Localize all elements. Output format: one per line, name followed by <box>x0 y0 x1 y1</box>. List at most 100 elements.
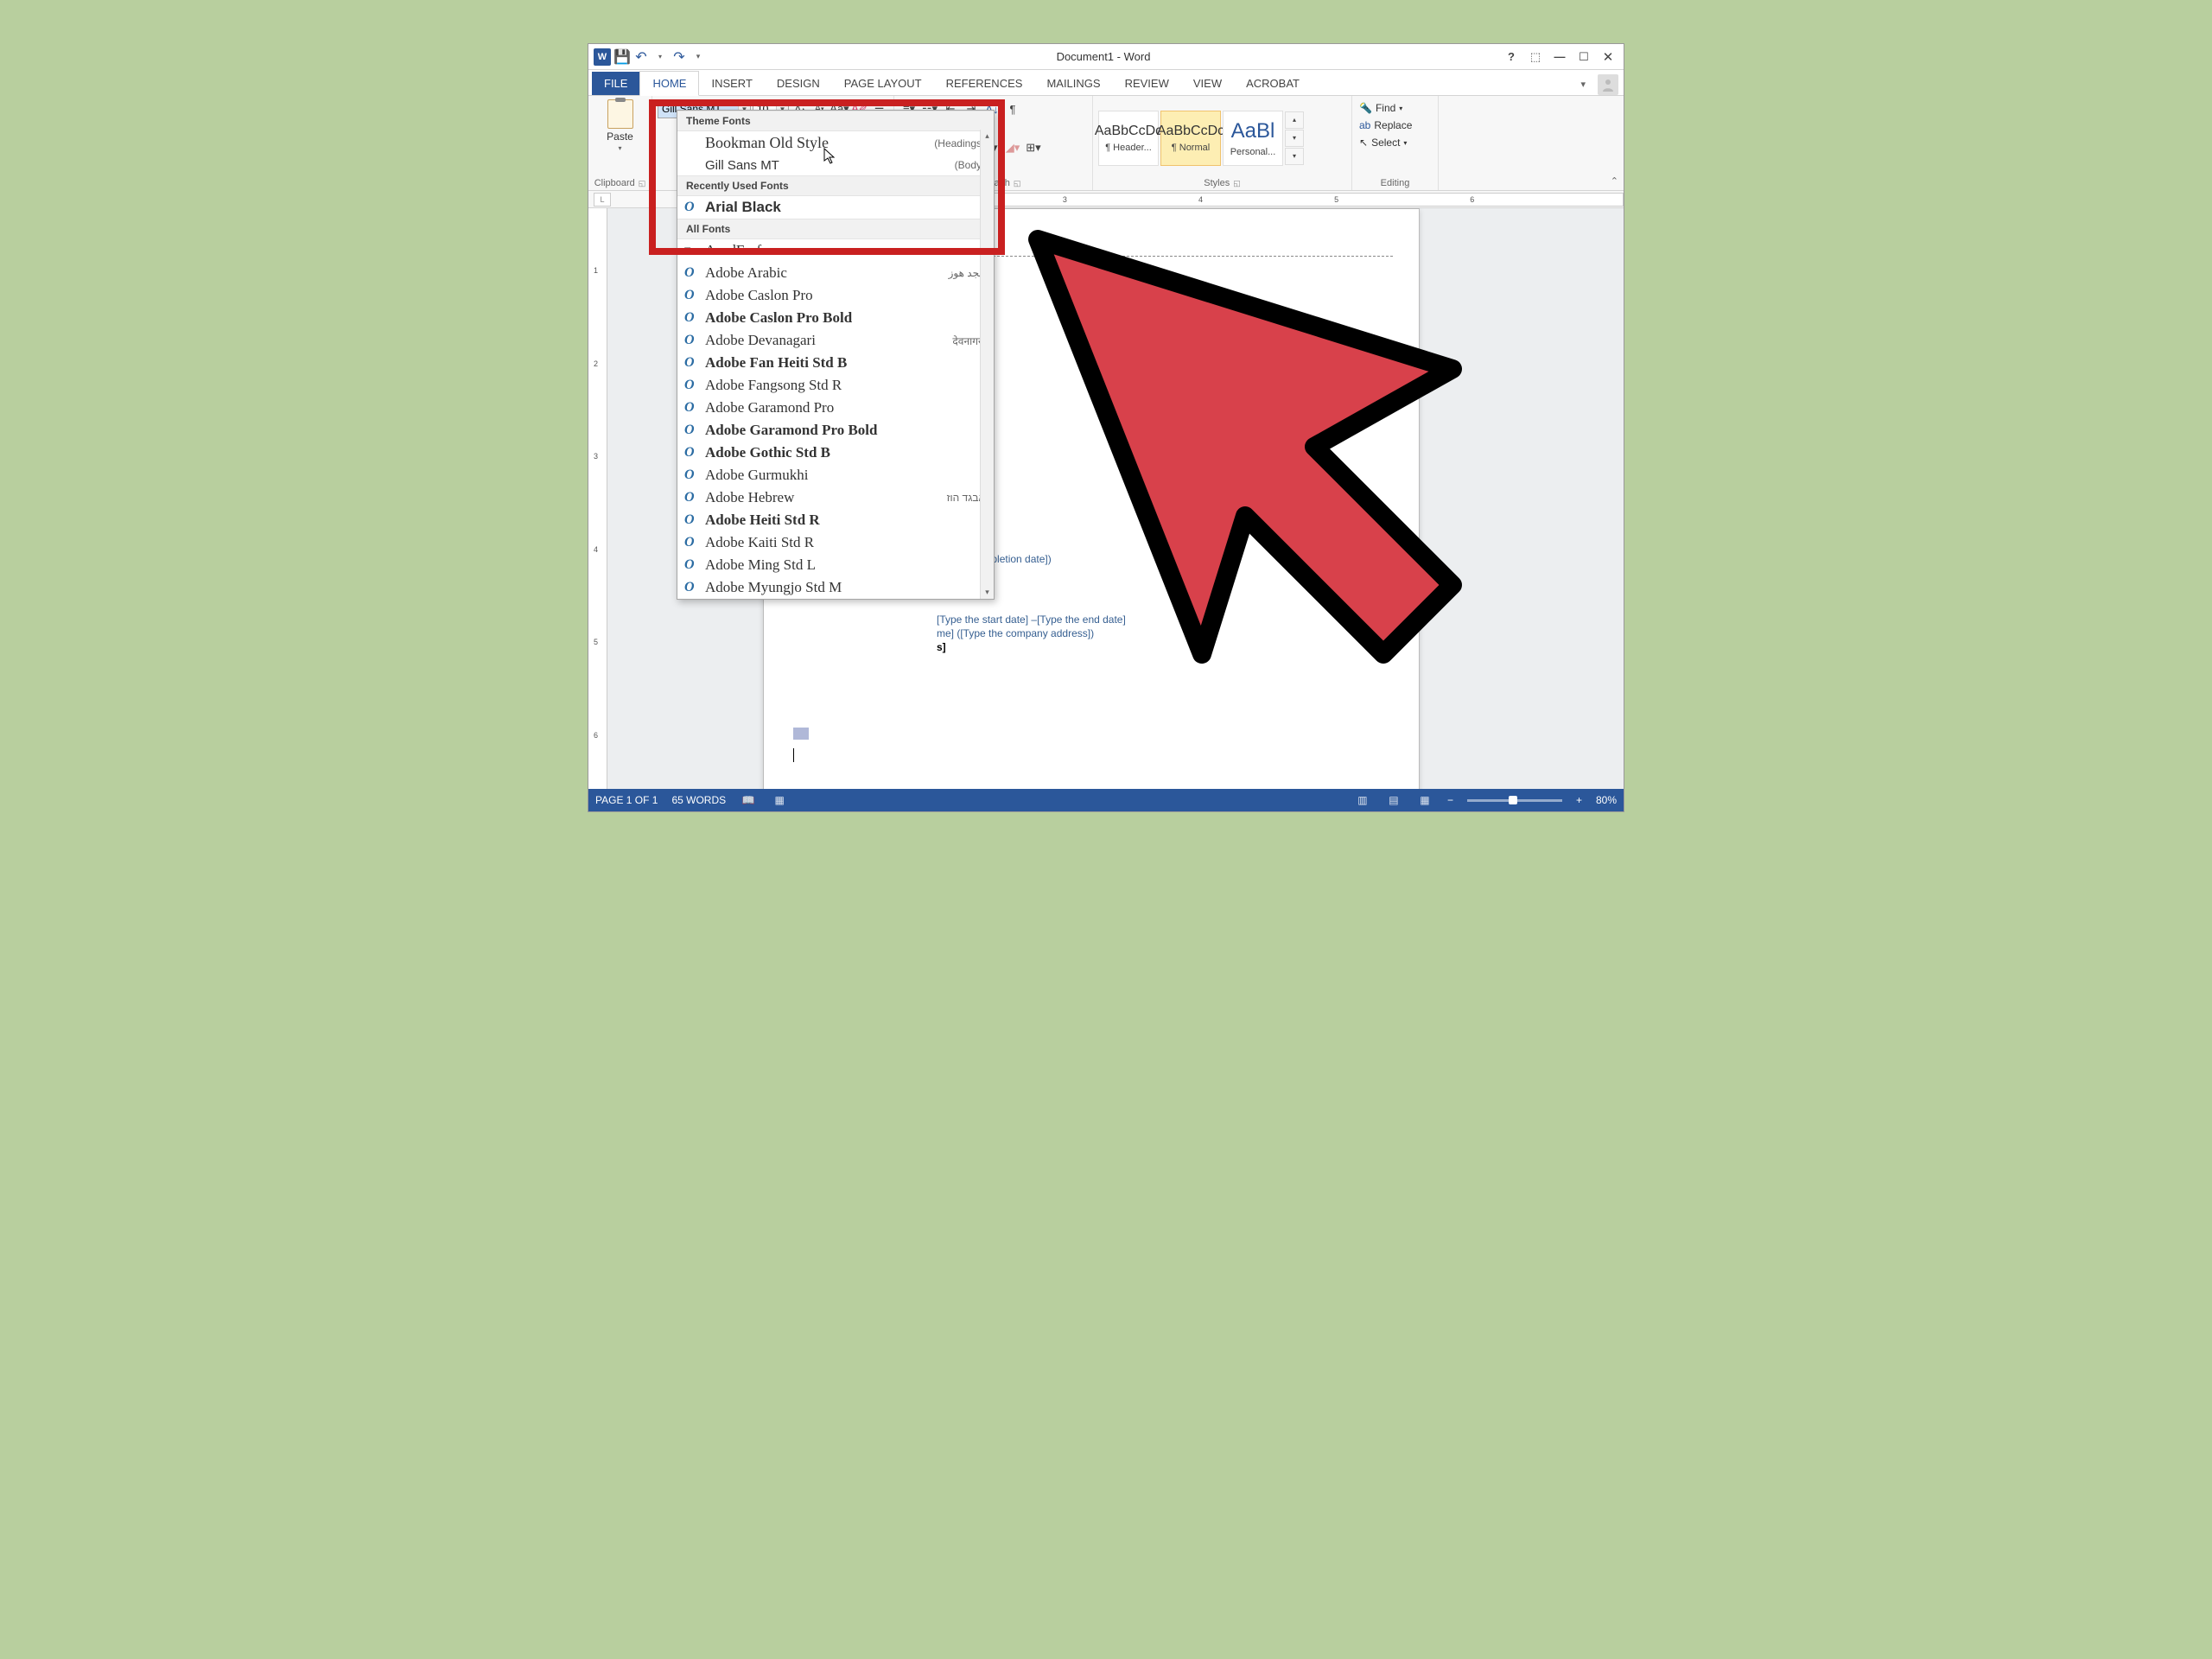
find-button[interactable]: 🔦Find▾ <box>1357 99 1433 117</box>
opentype-icon: O <box>684 400 698 416</box>
font-name: Adobe Garamond Pro Bold <box>705 422 985 439</box>
zoom-slider[interactable] <box>1467 799 1562 802</box>
select-button[interactable]: ↖Select▾ <box>1357 134 1433 151</box>
tab-home[interactable]: HOME <box>639 71 699 96</box>
font-option[interactable]: TᴛAcadEref <box>677 239 994 262</box>
borders-icon[interactable]: ⊞▾ <box>1024 138 1043 157</box>
opentype-icon: O <box>684 423 698 438</box>
collapse-ribbon-icon[interactable]: ▾ <box>1573 73 1592 95</box>
paste-button[interactable]: Paste ▾ <box>594 99 646 152</box>
window-title: Document1 - Word <box>706 50 1501 63</box>
tab-insert[interactable]: INSERT <box>699 72 764 95</box>
tab-page-layout[interactable]: PAGE LAYOUT <box>832 72 934 95</box>
dialog-launcher-icon[interactable]: ◱ <box>1233 179 1241 188</box>
font-option[interactable]: OAdobe Gurmukhi <box>677 464 994 486</box>
clipboard-group: Paste ▾ Clipboard◱ <box>588 96 652 190</box>
font-option[interactable]: OAdobe Myungjo Std M <box>677 576 994 599</box>
font-option[interactable]: OAdobe Hebrewאבגד הוז <box>677 486 994 509</box>
font-option[interactable]: O Adobe Garamond Pro Bold <box>677 419 994 442</box>
help-icon[interactable]: ? <box>1501 48 1522 66</box>
dialog-launcher-icon[interactable]: ◱ <box>1014 179 1021 188</box>
style-name: Personal... <box>1230 147 1276 157</box>
paste-more-icon[interactable]: ▾ <box>618 144 621 152</box>
font-name: Adobe Caslon Pro <box>705 287 985 304</box>
print-layout-icon[interactable]: ▤ <box>1385 793 1402 807</box>
undo-icon[interactable]: ↶ <box>633 49 649 65</box>
font-option[interactable]: OAdobe Heiti Std R <box>677 509 994 531</box>
tab-selector[interactable]: L <box>594 193 611 207</box>
style-header[interactable]: AaBbCcDc ¶ Header... <box>1098 111 1159 166</box>
editing-group: 🔦Find▾ abReplace ↖Select▾ Editing <box>1352 96 1439 190</box>
font-option[interactable]: OAdobe Gothic Std B <box>677 442 994 464</box>
zoom-out-icon[interactable]: − <box>1447 794 1453 806</box>
minimize-icon[interactable]: — <box>1549 48 1570 66</box>
style-normal[interactable]: AaBbCcDc ¶ Normal <box>1160 111 1221 166</box>
font-name: Adobe Caslon Pro Bold <box>705 309 985 327</box>
doc-placeholder-text[interactable]: [Type the start date] –[Type the end dat… <box>937 613 1126 626</box>
font-option[interactable]: O Gill Sans MT (Body) <box>677 155 994 175</box>
shading-icon[interactable]: ◢▾ <box>1003 138 1022 157</box>
quick-access-toolbar: W 💾 ↶ ▾ ↷ ▾ <box>594 48 706 66</box>
word-count[interactable]: 65 WORDS <box>671 794 726 806</box>
scroll-down-icon[interactable]: ▾ <box>985 588 989 597</box>
page-indicator[interactable]: PAGE 1 OF 1 <box>595 794 658 806</box>
font-option[interactable]: OAdobe Ming Std L <box>677 554 994 576</box>
font-option[interactable]: O Adobe Kaiti Std R <box>677 531 994 554</box>
read-mode-icon[interactable]: ▥ <box>1354 793 1371 807</box>
redo-icon[interactable]: ↷ <box>671 49 687 65</box>
font-option[interactable]: OAdobe Arabicأبجد هوز <box>677 262 994 284</box>
font-option[interactable]: O Bookman Old Style (Headings) <box>677 131 994 155</box>
spellcheck-icon[interactable]: 📖 <box>740 793 757 807</box>
qat-customize-icon[interactable]: ▾ <box>690 49 706 65</box>
font-name: Adobe Kaiti Std R <box>705 534 985 551</box>
scroll-up-icon[interactable]: ▴ <box>985 131 989 141</box>
tab-review[interactable]: REVIEW <box>1113 72 1181 95</box>
doc-placeholder-text[interactable]: me] ([Type the company address]) <box>937 627 1094 639</box>
font-option[interactable]: OAdobe Fan Heiti Std B <box>677 352 994 374</box>
font-option[interactable]: OAdobe Caslon Pro <box>677 284 994 307</box>
styles-more-icon[interactable]: ▾ <box>1285 148 1304 165</box>
style-personal[interactable]: AaBl Personal... <box>1223 111 1283 166</box>
word-app-icon: W <box>594 48 611 66</box>
zoom-in-icon[interactable]: + <box>1576 794 1582 806</box>
font-option[interactable]: OAdobe Devanagariदेवनागरी <box>677 329 994 352</box>
font-option[interactable]: OAdobe Garamond Pro <box>677 397 994 419</box>
show-marks-icon[interactable]: ¶ <box>1003 99 1022 118</box>
styles-scroll-down-icon[interactable]: ▾ <box>1285 130 1304 147</box>
tab-mailings[interactable]: MAILINGS <box>1034 72 1112 95</box>
recent-fonts-header: Recently Used Fonts <box>677 175 994 196</box>
close-icon[interactable]: ✕ <box>1598 48 1618 66</box>
tab-file[interactable]: FILE <box>592 72 639 95</box>
font-name: Adobe Heiti Std R <box>705 512 985 529</box>
doc-placeholder-text[interactable]: s] <box>937 641 946 653</box>
vertical-ruler[interactable]: 1 2 3 4 5 6 <box>588 208 607 789</box>
macro-record-icon[interactable]: ▦ <box>771 793 788 807</box>
text-selection <box>793 728 809 740</box>
zoom-level[interactable]: 80% <box>1596 794 1617 806</box>
font-name: Arial Black <box>705 199 985 216</box>
web-layout-icon[interactable]: ▦ <box>1416 793 1433 807</box>
opentype-icon: O <box>684 467 698 483</box>
opentype-icon: O <box>684 200 698 215</box>
font-option[interactable]: O Arial Black <box>677 196 994 219</box>
tab-design[interactable]: DESIGN <box>765 72 832 95</box>
user-avatar[interactable] <box>1598 74 1618 95</box>
replace-button[interactable]: abReplace <box>1357 117 1433 134</box>
dialog-launcher-icon[interactable]: ◱ <box>639 179 646 188</box>
undo-more-icon[interactable]: ▾ <box>652 49 668 65</box>
tab-view[interactable]: VIEW <box>1181 72 1234 95</box>
opentype-icon: O <box>684 535 698 550</box>
dropdown-scrollbar[interactable]: ▴▾ <box>980 130 994 599</box>
font-role: (Headings) <box>934 137 985 149</box>
font-option[interactable]: OAdobe Fangsong Std R <box>677 374 994 397</box>
font-option[interactable]: OAdobe Caslon Pro Bold <box>677 307 994 329</box>
collapse-ribbon-chevron-icon[interactable]: ⌃ <box>1611 175 1618 187</box>
ribbon-display-icon[interactable]: ⬚ <box>1525 48 1546 66</box>
maximize-icon[interactable]: ☐ <box>1573 48 1594 66</box>
save-icon[interactable]: 💾 <box>614 49 630 65</box>
tab-references[interactable]: REFERENCES <box>934 72 1035 95</box>
font-name: Adobe Myungjo Std M <box>705 579 985 596</box>
tab-acrobat[interactable]: ACROBAT <box>1234 72 1312 95</box>
styles-scroll-up-icon[interactable]: ▴ <box>1285 111 1304 129</box>
styles-group: AaBbCcDc ¶ Header... AaBbCcDc ¶ Normal A… <box>1093 96 1352 190</box>
